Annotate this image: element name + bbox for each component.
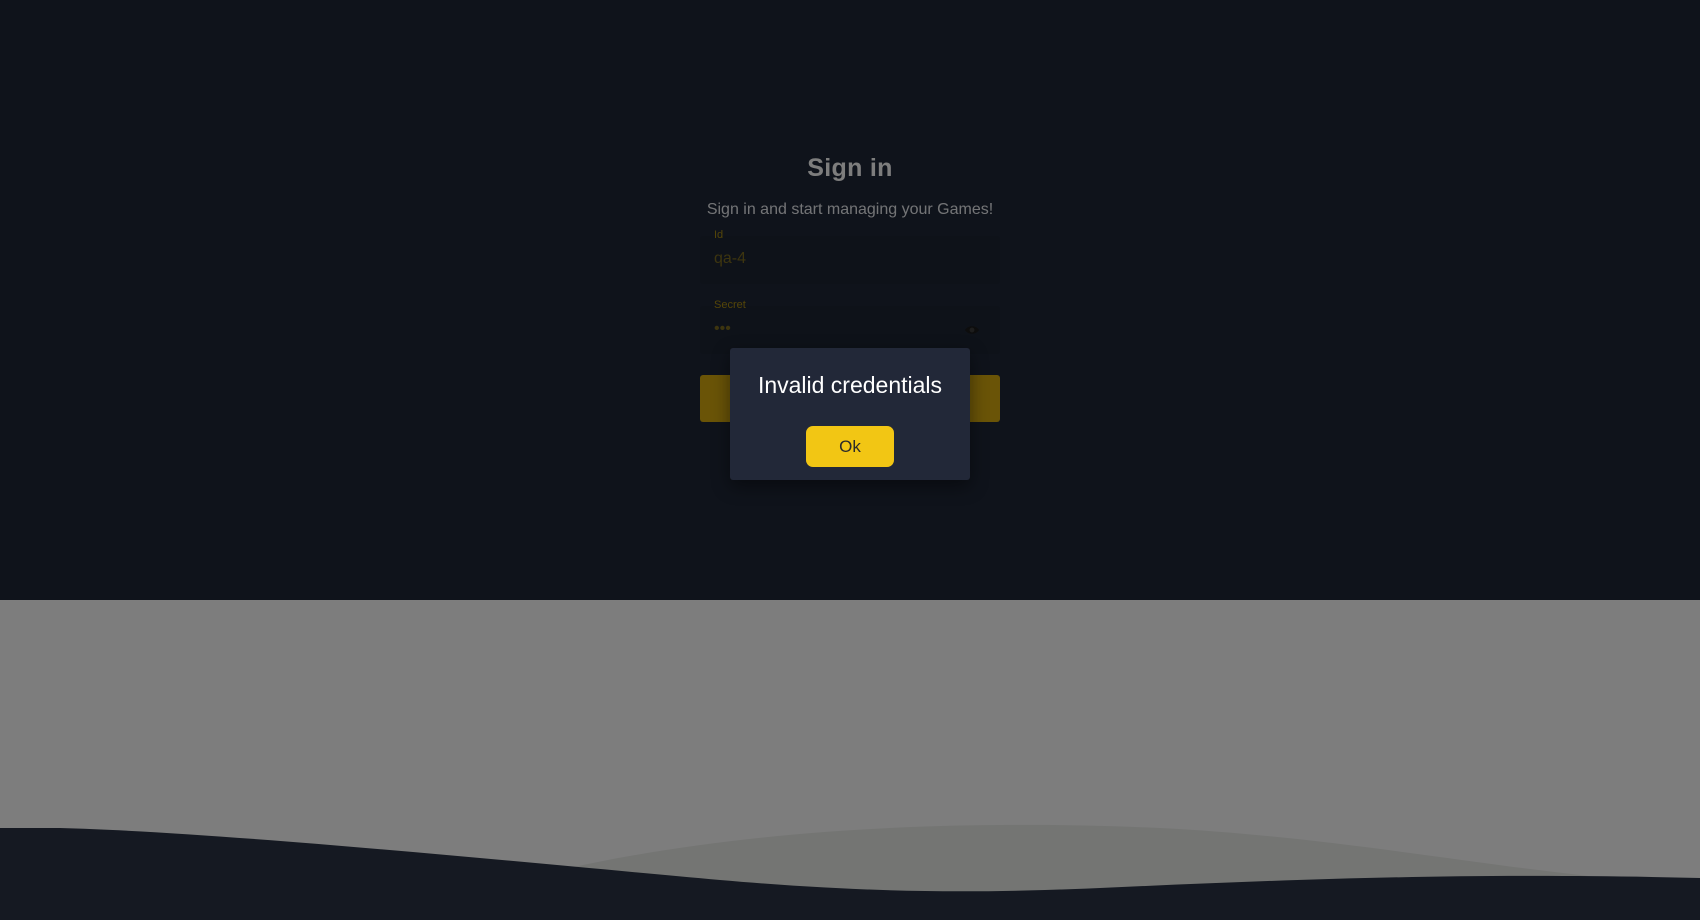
sign-in-page: Sign in Sign in and start managing your …	[0, 0, 1700, 920]
ok-button[interactable]: Ok	[806, 426, 894, 467]
error-message: Invalid credentials	[757, 372, 943, 398]
error-dialog: Invalid credentials Ok	[730, 348, 970, 480]
